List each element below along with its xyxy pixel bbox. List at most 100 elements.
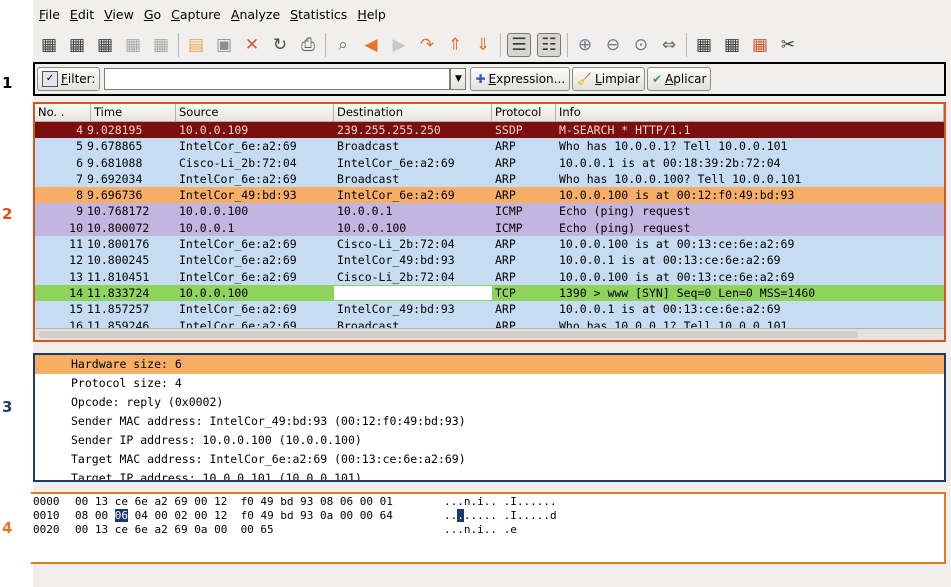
packet-protocol: ARP — [495, 237, 516, 252]
packet-info: M-SEARCH * HTTP/1.1 — [559, 123, 691, 137]
hex-bytes[interactable]: 00 13 ce 6e a2 69 00 12 f0 49 bd 93 08 0… — [75, 495, 393, 509]
column-header-destination[interactable]: Destination — [334, 104, 492, 121]
reload-button[interactable]: ↻ — [269, 34, 291, 56]
pane-splitter-2[interactable] — [33, 485, 946, 491]
packet-destination: 239.255.255.250 — [337, 123, 441, 137]
zoom-in-icon: ⊕ — [577, 35, 593, 55]
expression-button[interactable]: ✚ Expression... — [470, 67, 571, 91]
save-file-button[interactable]: ▣ — [213, 34, 235, 56]
preferences-button[interactable]: ✂ — [777, 34, 799, 56]
filter-label-button[interactable]: ✓ Filter: — [37, 67, 101, 91]
go-first-icon: ⇑ — [447, 35, 463, 55]
packet-list-scrollbar[interactable] — [35, 328, 944, 340]
detail-field[interactable]: Target IP address: 10.0.0.101 (10.0.0.10… — [35, 469, 944, 480]
packet-row[interactable]: 8 9.696736 IntelCor_49:bd:93 IntelCor_6e:a2… — [35, 187, 944, 204]
open-file-button[interactable]: ▤ — [185, 34, 207, 56]
coloring-rules-button[interactable]: ▦ — [749, 34, 771, 56]
packet-no: 15 — [69, 302, 83, 317]
zoom-normal-button[interactable]: ⊙ — [630, 34, 652, 56]
print-button[interactable]: ⎙ — [297, 34, 319, 56]
pane-splitter-1[interactable] — [33, 344, 946, 350]
detail-field[interactable]: Opcode: reply (0x0002) — [35, 393, 944, 412]
menu-capture[interactable]: Capture — [171, 7, 221, 22]
detail-field[interactable]: Sender IP address: 10.0.0.100 (10.0.0.10… — [35, 431, 944, 450]
zoom-in-button[interactable]: ⊕ — [574, 34, 596, 56]
detail-field[interactable]: Protocol size: 4 — [35, 374, 944, 393]
packet-row[interactable]: 4 9.028195 10.0.0.109 239.255.255.250 SSDP M-… — [35, 122, 944, 139]
packet-info: 10.0.0.1 is at 00:13:ce:6e:a2:69 — [559, 302, 781, 317]
go-forward-button[interactable]: ▶ — [388, 34, 410, 56]
detail-field[interactable]: Sender MAC address: IntelCor_49:bd:93 (0… — [35, 412, 944, 431]
resize-columns-button[interactable]: ⇔ — [658, 34, 680, 56]
go-last-button[interactable]: ⇓ — [472, 34, 494, 56]
packet-row[interactable]: 15 11.857257 IntelCor_6e:a2:69 IntelCor_49:… — [35, 301, 944, 318]
packet-destination: IntelCor_6e:a2:69 — [337, 188, 455, 203]
go-first-button[interactable]: ⇑ — [444, 34, 466, 56]
packet-protocol: ICMP — [495, 204, 523, 219]
menu-file[interactable]: File — [39, 7, 60, 22]
menu-label: dit — [77, 6, 95, 22]
packet-row[interactable]: 14 11.833724 10.0.0.100 TCP 1390 > www [SYN]… — [35, 284, 944, 302]
menu-help[interactable]: Help — [357, 7, 386, 22]
detail-field[interactable]: Hardware size: 6 — [35, 355, 944, 374]
menu-label: ile — [45, 6, 60, 22]
packet-destination — [334, 285, 492, 300]
display-filters-button[interactable]: ▦ — [721, 34, 743, 56]
hex-ascii-pre: ...n.i.. .I...... — [444, 495, 557, 508]
column-header-protocol[interactable]: Protocol — [492, 104, 556, 121]
menu-go[interactable]: Go — [144, 7, 161, 22]
hex-bytes[interactable]: 00 13 ce 6e a2 69 0a 00 00 65 — [75, 523, 274, 537]
hex-ascii[interactable]: ........ .I.....d — [444, 509, 557, 523]
clear-button[interactable]: 🧹 Limpiar — [572, 67, 645, 91]
menu-view[interactable]: View — [104, 7, 134, 22]
interfaces-button[interactable]: ▦ — [38, 34, 60, 56]
capture-filters-button[interactable]: ▦ — [693, 34, 715, 56]
packet-list-header: No. . Time Source Destination Protocol I… — [35, 104, 944, 122]
packet-protocol: ARP — [495, 188, 516, 203]
packet-row[interactable]: 5 9.678865 IntelCor_6e:a2:69 Broadcast ARP Wh… — [35, 138, 944, 155]
filter-input[interactable] — [104, 68, 451, 90]
menu-edit[interactable]: Edit — [70, 7, 94, 22]
packet-row[interactable]: 9 10.768172 10.0.0.100 10.0.0.1 ICMP Echo (pi… — [35, 203, 944, 220]
packet-row[interactable]: 7 9.692034 IntelCor_6e:a2:69 Broadcast ARP Wh… — [35, 170, 944, 188]
packet-row[interactable]: 10 10.800072 10.0.0.1 10.0.0.100 ICMP Echo (p… — [35, 219, 944, 237]
toolbar-separator — [178, 33, 179, 57]
menu-analyze[interactable]: Analyze — [231, 7, 280, 22]
capture-options-button[interactable]: ▦ — [66, 34, 88, 56]
apply-label: plicar — [673, 72, 707, 86]
packet-row[interactable]: 6 9.681088 Cisco-Li_2b:72:04 IntelCor_6e:a2… — [35, 154, 944, 171]
column-header-source[interactable]: Source — [176, 104, 334, 121]
detail-field[interactable]: Target MAC address: IntelCor_6e:a2:69 (0… — [35, 450, 944, 469]
packet-source: 10.0.0.100 — [179, 285, 249, 300]
menu-statistics[interactable]: Statistics — [290, 7, 347, 22]
hex-offset: 0010 — [33, 509, 60, 522]
go-back-button[interactable]: ◀ — [360, 34, 382, 56]
column-header-no[interactable]: No. . — [35, 104, 91, 121]
start-capture-button[interactable]: ▦ — [94, 34, 116, 56]
restart-capture-button[interactable]: ▦ — [150, 34, 172, 56]
hex-ascii[interactable]: ...n.i.. .e — [444, 523, 517, 537]
stop-capture-button[interactable]: ▦ — [122, 34, 144, 56]
autoscroll-button[interactable]: ☷ — [537, 33, 561, 57]
restart-capture-icon: ▦ — [152, 35, 170, 55]
colorize-button[interactable]: ☰ — [507, 33, 531, 57]
column-header-info[interactable]: Info — [556, 104, 944, 121]
packet-row[interactable]: 13 11.810451 IntelCor_6e:a2:69 Cisco-Li_2b:… — [35, 268, 944, 285]
hex-line: 0010 08 00 06 04 00 02 00 12 f0 49 bd 93 … — [31, 509, 944, 523]
hex-bytes[interactable]: 08 00 06 04 00 02 00 12 f0 49 bd 93 0a 0… — [75, 509, 393, 523]
wireshark-window: File Edit View Go Capture Analyze Statistics He… — [31, 0, 951, 587]
zoom-out-button[interactable]: ⊖ — [602, 34, 624, 56]
scrollbar-thumb[interactable] — [39, 331, 858, 338]
close-file-button[interactable]: ✕ — [241, 34, 263, 56]
find-packet-button[interactable]: ⌕ — [332, 34, 354, 56]
go-forward-icon: ▶ — [392, 35, 406, 55]
apply-button[interactable]: ✔ Aplicar — [647, 67, 712, 91]
column-header-time[interactable]: Time — [91, 104, 176, 121]
packet-row[interactable]: 12 10.800245 IntelCor_6e:a2:69 IntelCor_49:… — [35, 252, 944, 269]
hex-ascii[interactable]: ...n.i.. .I...... — [444, 495, 557, 509]
toolbar-separator — [686, 33, 687, 57]
go-to-packet-button[interactable]: ↷ — [416, 34, 438, 56]
filter-dropdown-button[interactable]: ▼ — [450, 68, 467, 90]
packet-time: 10.768172 — [87, 204, 150, 219]
packet-row[interactable]: 11 10.800176 IntelCor_6e:a2:69 Cisco-Li_2b:… — [35, 236, 944, 253]
